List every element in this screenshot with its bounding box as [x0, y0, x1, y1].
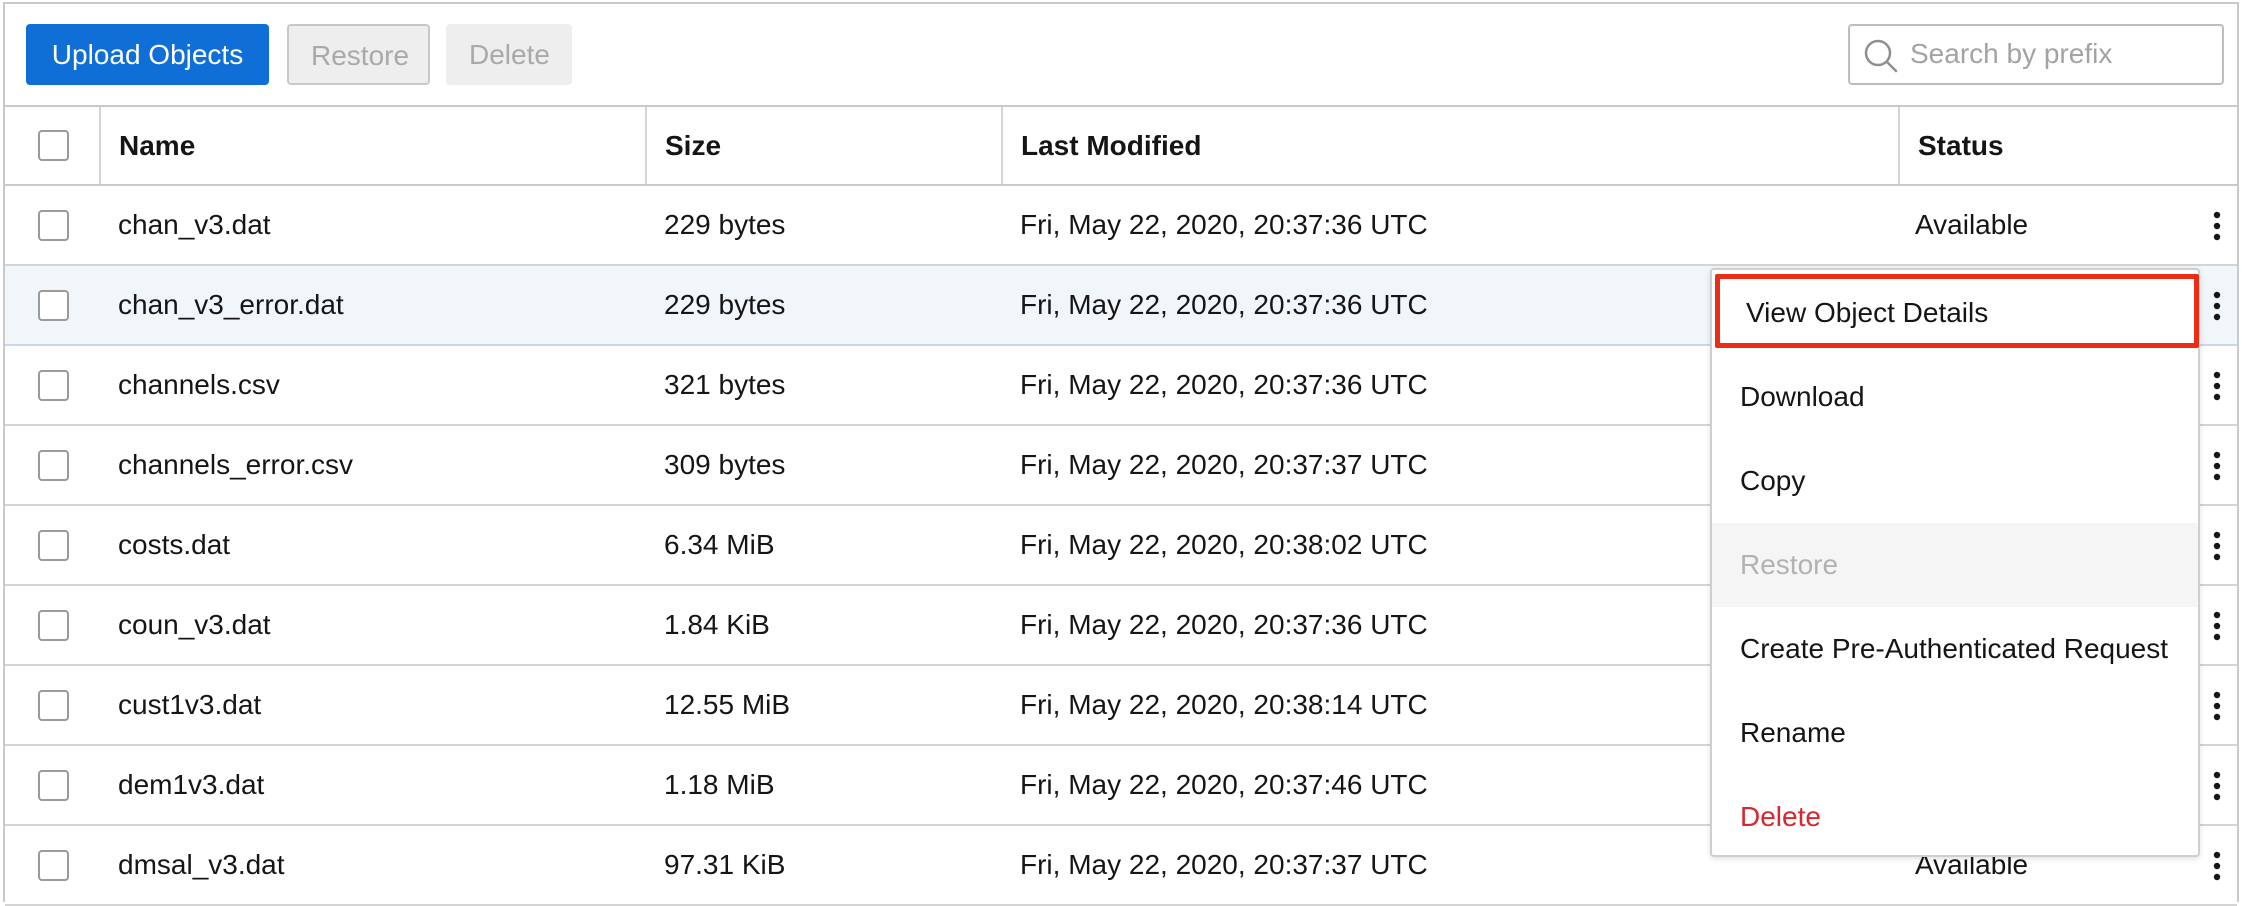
column-header-last-modified[interactable]: Last Modified	[1001, 107, 1898, 184]
table-row[interactable]: chan_v3.dat 229 bytes Fri, May 22, 2020,…	[5, 186, 2237, 266]
row-checkbox[interactable]	[38, 530, 69, 561]
object-last-modified: Fri, May 22, 2020, 20:37:36 UTC	[1020, 289, 1428, 320]
kebab-menu-icon[interactable]	[2197, 826, 2237, 904]
row-checkbox[interactable]	[38, 210, 69, 241]
kebab-menu-icon[interactable]	[2197, 346, 2237, 424]
select-all-checkbox[interactable]	[38, 130, 69, 161]
object-name: dmsal_v3.dat	[118, 849, 285, 880]
object-name: coun_v3.dat	[118, 609, 271, 640]
object-size: 12.55 MiB	[664, 689, 791, 720]
restore-button[interactable]: Restore	[287, 24, 430, 85]
object-name: chan_v3_error.dat	[118, 289, 344, 320]
kebab-menu-icon[interactable]	[2197, 266, 2237, 344]
search-input[interactable]	[1910, 34, 2210, 74]
object-size: 309 bytes	[664, 449, 786, 480]
object-last-modified: Fri, May 22, 2020, 20:37:46 UTC	[1020, 769, 1428, 800]
kebab-menu-icon[interactable]	[2197, 426, 2237, 504]
object-name: cust1v3.dat	[118, 689, 262, 720]
menu-item-rename[interactable]: Rename	[1712, 691, 2198, 775]
object-name: dem1v3.dat	[118, 769, 265, 800]
object-size: 6.34 MiB	[664, 529, 775, 560]
row-checkbox[interactable]	[38, 290, 69, 321]
object-name: chan_v3.dat	[118, 209, 271, 240]
search-icon	[1862, 37, 1900, 75]
menu-item-copy[interactable]: Copy	[1712, 439, 2198, 523]
row-checkbox[interactable]	[38, 610, 69, 641]
row-checkbox[interactable]	[38, 370, 69, 401]
object-name: channels_error.csv	[118, 449, 354, 480]
object-size: 1.18 MiB	[664, 769, 775, 800]
upload-objects-button[interactable]: Upload Objects	[26, 24, 269, 85]
object-size: 321 bytes	[664, 369, 786, 400]
kebab-menu-icon[interactable]	[2197, 186, 2237, 264]
row-checkbox[interactable]	[38, 770, 69, 801]
row-actions-menu: View Object Details Download Copy Restor…	[1710, 268, 2200, 857]
row-checkbox[interactable]	[38, 690, 69, 721]
object-last-modified: Fri, May 22, 2020, 20:38:14 UTC	[1020, 689, 1428, 720]
delete-button[interactable]: Delete	[446, 24, 572, 85]
kebab-menu-icon[interactable]	[2197, 746, 2237, 824]
kebab-menu-icon[interactable]	[2197, 506, 2237, 584]
kebab-menu-icon[interactable]	[2197, 586, 2237, 664]
object-last-modified: Fri, May 22, 2020, 20:37:36 UTC	[1020, 209, 1428, 240]
kebab-menu-icon[interactable]	[2197, 666, 2237, 744]
object-last-modified: Fri, May 22, 2020, 20:37:36 UTC	[1020, 369, 1428, 400]
column-header-status[interactable]: Status	[1898, 107, 2237, 184]
object-name: channels.csv	[118, 369, 280, 400]
object-size: 1.84 KiB	[664, 609, 770, 640]
row-checkbox[interactable]	[38, 850, 69, 881]
search-box	[1848, 24, 2224, 85]
menu-item-download[interactable]: Download	[1712, 355, 2198, 439]
object-last-modified: Fri, May 22, 2020, 20:37:37 UTC	[1020, 849, 1428, 880]
menu-item-restore[interactable]: Restore	[1712, 523, 2198, 607]
object-last-modified: Fri, May 22, 2020, 20:38:02 UTC	[1020, 529, 1428, 560]
object-last-modified: Fri, May 22, 2020, 20:37:37 UTC	[1020, 449, 1428, 480]
table-header: Name Size Last Modified Status	[5, 105, 2237, 186]
object-status: Available	[1915, 209, 2029, 240]
object-size: 229 bytes	[664, 289, 786, 320]
object-name: costs.dat	[118, 529, 231, 560]
object-last-modified: Fri, May 22, 2020, 20:37:36 UTC	[1020, 609, 1428, 640]
object-size: 97.31 KiB	[664, 849, 786, 880]
column-header-name[interactable]: Name	[99, 107, 645, 184]
menu-item-view-object-details[interactable]: View Object Details	[1715, 274, 2199, 348]
column-header-size[interactable]: Size	[645, 107, 1001, 184]
menu-item-delete[interactable]: Delete	[1712, 775, 2198, 859]
row-checkbox[interactable]	[38, 450, 69, 481]
toolbar: Upload Objects Restore Delete	[5, 4, 2237, 105]
object-list-panel: Upload Objects Restore Delete Name Size …	[3, 2, 2239, 906]
object-size: 229 bytes	[664, 209, 786, 240]
menu-item-create-par[interactable]: Create Pre-Authenticated Request	[1712, 607, 2198, 691]
